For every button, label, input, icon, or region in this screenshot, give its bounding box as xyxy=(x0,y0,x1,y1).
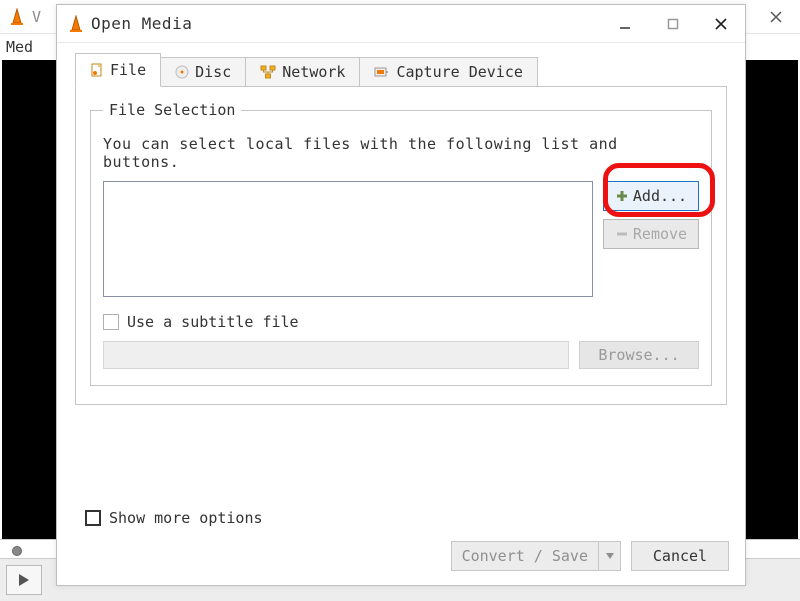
menu-media[interactable]: Med xyxy=(6,38,33,56)
convert-save-label: Convert / Save xyxy=(462,547,588,565)
subtitle-checkbox-label: Use a subtitle file xyxy=(127,313,299,331)
dialog-title: Open Media xyxy=(91,14,192,33)
subtitle-checkbox[interactable] xyxy=(103,314,119,330)
show-more-checkbox[interactable] xyxy=(85,510,101,526)
subtitle-path-field xyxy=(103,341,569,369)
convert-save-dropdown[interactable] xyxy=(599,541,621,571)
tab-capture[interactable]: Capture Device xyxy=(359,57,537,87)
tab-capture-label: Capture Device xyxy=(396,63,522,81)
file-list[interactable] xyxy=(103,181,593,297)
play-button[interactable] xyxy=(6,565,42,595)
add-button-label: Add... xyxy=(633,187,687,205)
capture-icon xyxy=(374,65,390,79)
browse-subtitle-button[interactable]: Browse... xyxy=(579,341,699,369)
disc-icon xyxy=(175,65,189,79)
tab-disc[interactable]: Disc xyxy=(160,57,246,87)
vlc-cone-icon xyxy=(8,8,26,26)
show-more-label: Show more options xyxy=(109,509,263,527)
network-icon xyxy=(260,65,276,79)
dialog-minimize-button[interactable] xyxy=(601,5,649,43)
plus-icon xyxy=(615,189,629,203)
remove-button-label: Remove xyxy=(633,225,687,243)
file-selection-help: You can select local files with the foll… xyxy=(103,135,699,171)
file-icon xyxy=(90,63,104,77)
minus-icon xyxy=(615,227,629,241)
browse-button-label: Browse... xyxy=(598,346,679,364)
tab-disc-label: Disc xyxy=(195,63,231,81)
open-media-dialog: Open Media File xyxy=(56,4,746,586)
file-selection-group: File Selection You can select local file… xyxy=(90,101,712,386)
cancel-label: Cancel xyxy=(653,547,707,565)
tab-network[interactable]: Network xyxy=(245,57,360,87)
dialog-titlebar: Open Media xyxy=(57,5,745,43)
tab-file-label: File xyxy=(110,61,146,79)
main-title: V xyxy=(32,8,41,26)
tab-network-label: Network xyxy=(282,63,345,81)
dialog-close-button[interactable] xyxy=(697,5,745,43)
main-close-button[interactable] xyxy=(752,0,800,34)
open-media-tabs: File Disc Network Capture Device xyxy=(75,53,727,87)
cancel-button[interactable]: Cancel xyxy=(631,541,729,571)
file-selection-legend: File Selection xyxy=(103,101,241,119)
file-tab-page: File Selection You can select local file… xyxy=(75,87,727,405)
convert-save-button[interactable]: Convert / Save xyxy=(451,541,621,571)
dialog-maximize-button[interactable] xyxy=(649,5,697,43)
remove-file-button[interactable]: Remove xyxy=(603,219,699,249)
tab-file[interactable]: File xyxy=(75,53,161,87)
show-more-options[interactable]: Show more options xyxy=(85,509,263,527)
vlc-cone-icon xyxy=(67,15,85,33)
add-file-button[interactable]: Add... xyxy=(603,181,699,211)
